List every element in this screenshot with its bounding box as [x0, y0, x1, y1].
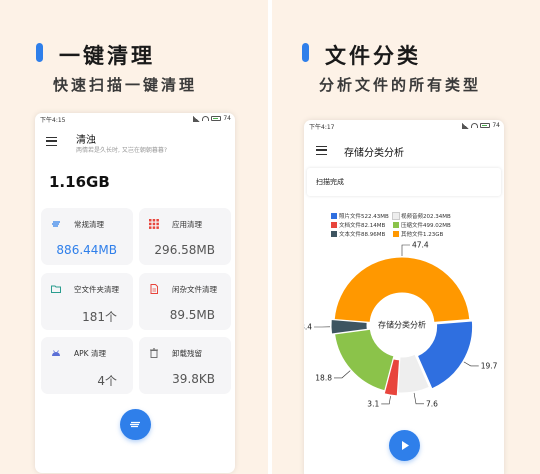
- slice-value-label: 18.8: [315, 373, 332, 382]
- broom-icon: [130, 421, 140, 428]
- legend-item: 文本文件88.96MB: [331, 231, 385, 239]
- card-label: 常规清理: [74, 220, 104, 229]
- card-value: 89.5MB: [169, 308, 215, 322]
- slice-value-label: 3.4: [304, 323, 312, 332]
- status-time: 下午4:17: [309, 124, 335, 131]
- android-icon: [51, 348, 61, 358]
- donut-slice: [333, 256, 471, 323]
- status-bar: 下午4:17 74: [304, 120, 504, 132]
- label-leader-line: [333, 370, 351, 379]
- wifi-icon: [471, 123, 479, 128]
- phone-screen-cleaner: 下午4:15 74 清浊 两情若是久长时, 又岂在朝朝暮暮? 1.16GB 常规…: [35, 113, 235, 473]
- card-label: 闲杂文件清理: [172, 285, 217, 294]
- legend-swatch: [393, 222, 399, 228]
- label-leader-line: [413, 392, 425, 405]
- legend-item: 视频音频202.34MB: [392, 212, 451, 221]
- label-leader-line: [463, 361, 479, 367]
- document-icon: [149, 284, 159, 294]
- status-bar: 下午4:15 74: [35, 113, 235, 125]
- promo-subtitle: 快速扫描一键清理: [53, 76, 198, 94]
- signal-icon: [193, 115, 201, 122]
- app-title: 清浊: [76, 135, 96, 146]
- legend-item: 照片文件522.43MB: [331, 213, 389, 221]
- card-value: 39.8KB: [172, 372, 215, 386]
- battery-icon: [211, 116, 222, 121]
- slice-value-label: 3.1: [367, 399, 379, 408]
- legend-label: 文档文件82.14MB: [339, 223, 386, 229]
- scan-status-card: 扫描完成: [307, 168, 501, 196]
- legend-label: 其他文件1.23GB: [401, 232, 444, 238]
- scan-status-text: 扫描完成: [316, 178, 344, 186]
- legend-item: 其他文件1.23GB: [393, 231, 443, 239]
- legend-item: 压缩文件499.02MB: [393, 222, 451, 230]
- accent-bar: [36, 43, 43, 62]
- legend-label: 视频音频202.34MB: [401, 214, 451, 220]
- accent-bar: [302, 43, 309, 62]
- legend-swatch: [331, 213, 337, 219]
- status-time: 下午4:15: [40, 117, 66, 124]
- label-leader-line: [381, 396, 391, 405]
- battery-level: 74: [492, 122, 500, 129]
- legend-swatch: [331, 231, 337, 237]
- one-click-clean-button[interactable]: [120, 409, 151, 440]
- battery-icon: [480, 123, 491, 128]
- promo-subtitle: 分析文件的所有类型: [319, 76, 482, 94]
- play-icon: [402, 441, 409, 450]
- card-empty-folder-clean[interactable]: 空文件夹清理 181个: [41, 273, 133, 330]
- card-regular-clean[interactable]: 常规清理 886.44MB: [41, 208, 133, 265]
- folder-icon: [51, 284, 61, 294]
- legend-label: 文本文件88.96MB: [339, 232, 386, 238]
- apps-grid-icon: [149, 219, 159, 229]
- card-label: 卸载残留: [172, 349, 202, 358]
- storage-donut-chart: 47.4 19.7 7.6 3.1 18.8 3.4 存储分类分析: [304, 241, 498, 409]
- uninstall-icon: [149, 348, 159, 358]
- card-value: 4个: [97, 374, 117, 388]
- total-junk-size: 1.16GB: [49, 173, 110, 191]
- legend-swatch: [392, 212, 400, 220]
- slice-value-label: 47.4: [412, 241, 429, 250]
- card-apk-clean[interactable]: APK 清理 4个: [41, 337, 133, 394]
- legend-label: 压缩文件499.02MB: [401, 223, 451, 229]
- card-value: 886.44MB: [56, 243, 117, 257]
- menu-icon[interactable]: [46, 137, 57, 146]
- app-subtitle: 两情若是久长时, 又岂在朝朝暮暮?: [76, 147, 167, 154]
- label-leader-line: [401, 244, 410, 256]
- broom-icon: [51, 219, 61, 229]
- signal-icon: [462, 122, 470, 129]
- phone-screen-analysis: 下午4:17 74 存储分类分析 扫描完成 照片文件522.43MB 视频音频20…: [304, 120, 504, 474]
- donut-slice: [334, 328, 395, 392]
- card-app-clean[interactable]: 应用清理 296.58MB: [139, 208, 231, 265]
- app-title: 存储分类分析: [344, 148, 404, 159]
- card-uninstall-residue[interactable]: 卸载残留 39.8KB: [139, 337, 231, 394]
- right-promo-panel: 文件分类 分析文件的所有类型 下午4:17 74 存储分类分析 扫描完成 照片文…: [272, 0, 540, 474]
- left-promo-panel: 一键清理 快速扫描一键清理 下午4:15 74 清浊 两情若是久长时, 又岂在朝…: [0, 0, 268, 474]
- menu-icon[interactable]: [316, 146, 327, 155]
- promo-title: 一键清理: [59, 43, 155, 68]
- promo-title: 文件分类: [325, 43, 421, 68]
- wifi-icon: [202, 116, 210, 121]
- card-label: APK 清理: [74, 349, 106, 358]
- card-value: 296.58MB: [154, 243, 215, 257]
- card-label: 空文件夹清理: [74, 285, 119, 294]
- card-value: 181个: [82, 310, 117, 324]
- chart-center-title: 存储分类分析: [378, 320, 426, 330]
- legend-swatch: [393, 231, 399, 237]
- legend-swatch: [331, 222, 337, 228]
- slice-value-label: 19.7: [481, 361, 498, 370]
- card-label: 应用清理: [172, 220, 202, 229]
- legend-label: 照片文件522.43MB: [339, 214, 389, 220]
- battery-level: 74: [223, 115, 231, 122]
- slice-value-label: 7.6: [426, 399, 438, 408]
- card-misc-file-clean[interactable]: 闲杂文件清理 89.5MB: [139, 273, 231, 330]
- legend-item: 文档文件82.14MB: [331, 222, 385, 230]
- play-button[interactable]: [389, 430, 420, 461]
